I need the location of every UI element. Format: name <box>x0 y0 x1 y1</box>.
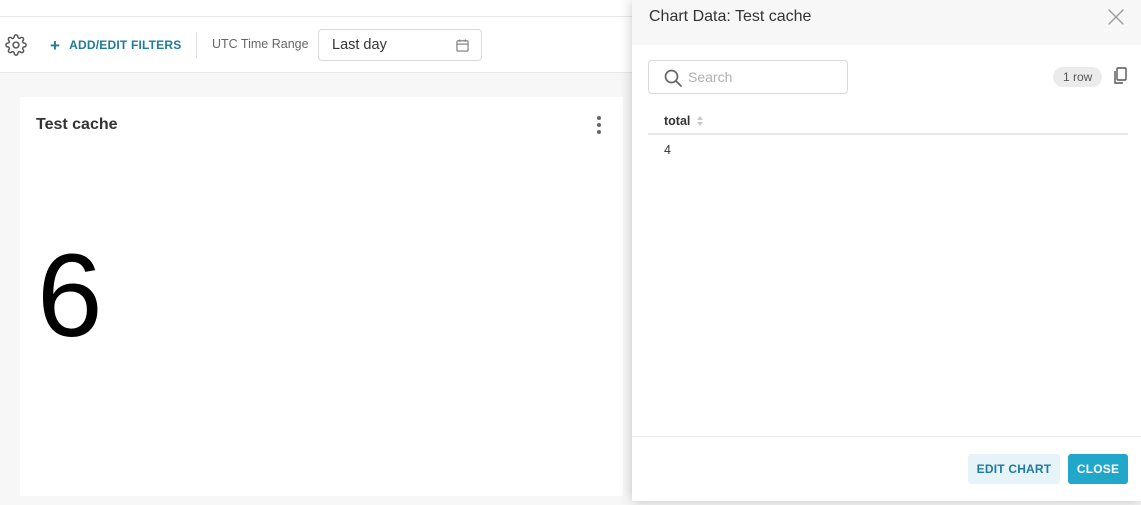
time-range-value: Last day <box>332 37 387 53</box>
chart-data-modal: Chart Data: Test cache 1 row total <box>632 0 1141 501</box>
table-header: total <box>648 106 1128 135</box>
close-icon[interactable] <box>1107 8 1125 26</box>
search-box <box>648 60 848 94</box>
modal-footer: EDIT CHART CLOSE <box>632 436 1141 501</box>
copy-icon[interactable] <box>1113 67 1127 85</box>
column-header-label: total <box>664 114 691 128</box>
plus-icon: + <box>50 35 61 55</box>
search-input[interactable] <box>688 67 838 87</box>
table-cell: 4 <box>664 143 671 157</box>
big-number-value: 6 <box>37 230 103 362</box>
divider <box>196 32 197 58</box>
add-edit-filters-label: ADD/EDIT FILTERS <box>69 38 182 52</box>
row-count-badge: 1 row <box>1053 67 1103 87</box>
calendar-icon <box>456 39 469 52</box>
add-edit-filters-button[interactable]: + ADD/EDIT FILTERS <box>50 35 181 55</box>
time-range-select[interactable]: Last day <box>318 29 482 61</box>
close-button[interactable]: CLOSE <box>1068 454 1128 484</box>
search-icon <box>664 69 682 87</box>
column-header-total[interactable]: total <box>664 114 704 128</box>
time-range-label: UTC Time Range <box>212 37 309 51</box>
modal-title: Chart Data: Test cache <box>649 8 812 25</box>
modal-header: Chart Data: Test cache <box>632 0 1141 45</box>
table-row: 4 <box>648 135 1128 163</box>
data-table: total 4 <box>648 106 1128 163</box>
chart-card: Test cache 6 <box>20 97 623 496</box>
gear-icon[interactable] <box>5 34 27 56</box>
kebab-menu-icon[interactable] <box>596 116 602 134</box>
chart-title: Test cache <box>36 116 118 133</box>
sort-icon <box>697 116 704 126</box>
edit-chart-button[interactable]: EDIT CHART <box>968 454 1060 484</box>
